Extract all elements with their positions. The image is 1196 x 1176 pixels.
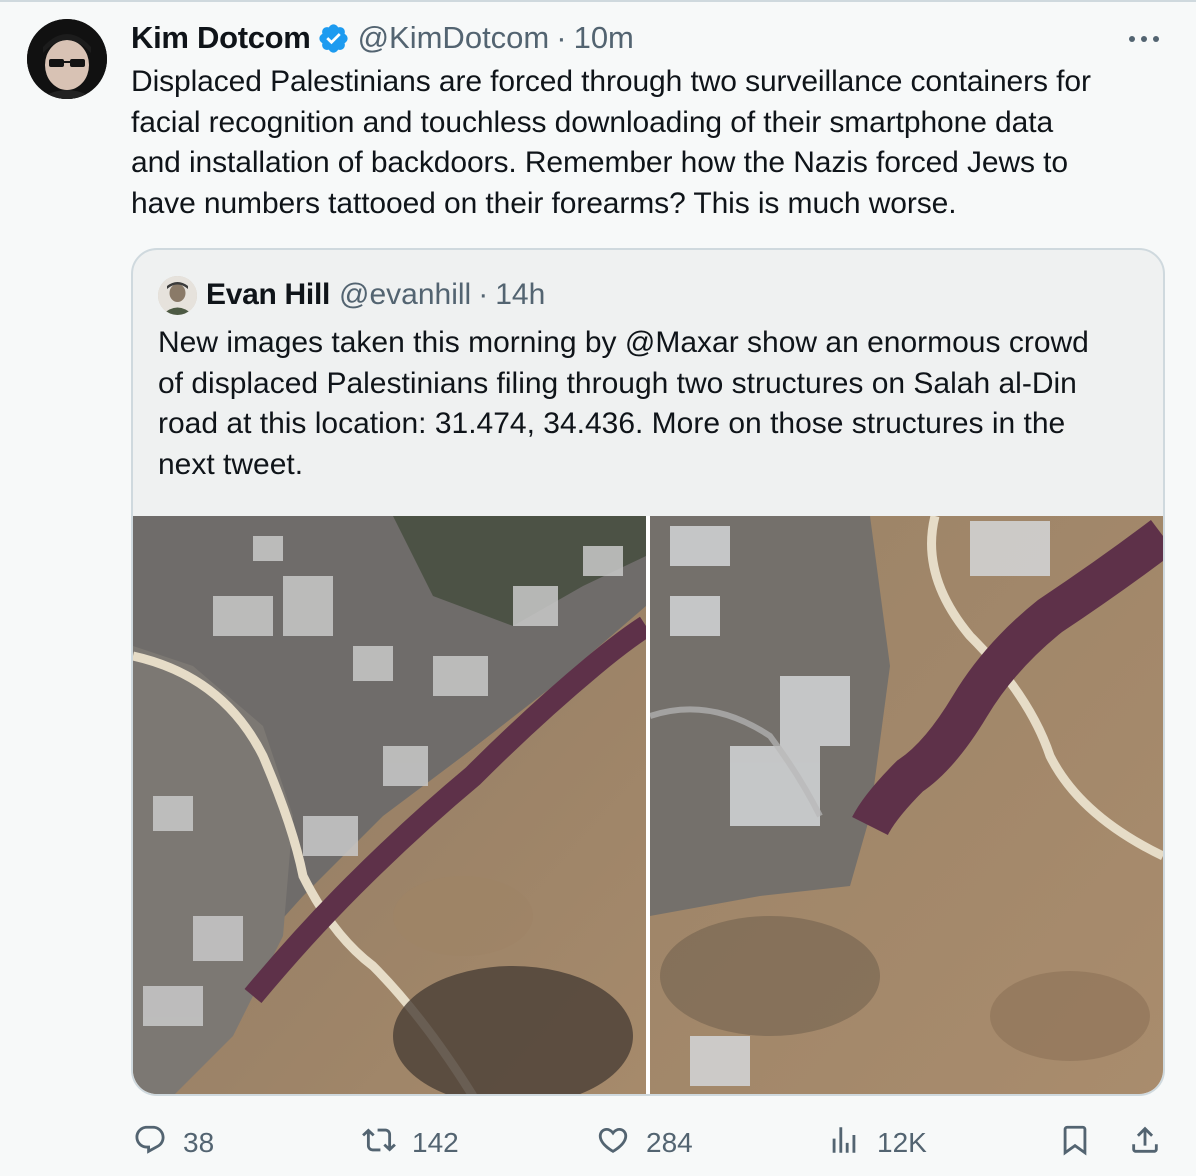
quoted-text-line: New images taken this morning by @Maxar … (158, 326, 1089, 359)
quoted-avatar (158, 275, 197, 315)
reply-button[interactable]: 38 (133, 1120, 214, 1166)
share-button[interactable] (1128, 1120, 1162, 1166)
satellite-image-left[interactable] (133, 516, 646, 1094)
separator: · (556, 20, 567, 55)
share-icon (1128, 1123, 1162, 1164)
quoted-tweet[interactable]: Evan Hill @evanhill · 14h New images tak… (131, 248, 1165, 1096)
quoted-author-handle: @evanhill (339, 278, 472, 311)
repost-button[interactable]: 142 (362, 1120, 459, 1166)
author-handle[interactable]: @KimDotcom (358, 20, 550, 56)
repost-count: 142 (412, 1127, 459, 1158)
satellite-image-right[interactable] (650, 516, 1163, 1094)
views-count: 12K (877, 1127, 927, 1158)
reply-count: 38 (183, 1127, 215, 1158)
reply-icon (133, 1123, 167, 1164)
like-button[interactable]: 284 (596, 1120, 693, 1166)
views-button[interactable]: 12K (827, 1120, 927, 1166)
like-icon (596, 1123, 630, 1164)
tweet-text-line: facial recognition and touchless downloa… (131, 105, 1054, 139)
quoted-tweet-text: New images taken this morning by @Maxar … (158, 323, 1148, 485)
tweet-text-line: have numbers tattooed on their forearms?… (131, 186, 957, 220)
quoted-timestamp: 14h (495, 278, 546, 311)
bookmark-icon (1058, 1123, 1092, 1164)
separator: · (478, 278, 489, 311)
tweet-text-line: Displaced Palestinians are forced throug… (131, 65, 1091, 98)
quoted-tweet-header: Evan Hill @evanhill · 14h (158, 275, 545, 315)
action-bar: 38 142 284 12K (0, 1120, 1196, 1166)
avatar[interactable] (27, 19, 107, 99)
more-icon[interactable] (1126, 24, 1162, 54)
tweet: Kim Dotcom @KimDotcom · 10m Displaced Pa… (0, 0, 1196, 1176)
repost-icon (362, 1123, 396, 1164)
quoted-author-name: Evan Hill (206, 278, 331, 311)
tweet-text-line: and installation of backdoors. Remember … (131, 146, 1068, 179)
like-count: 284 (646, 1127, 693, 1158)
quoted-text-line: of displaced Palestinians filing through… (158, 366, 1077, 400)
timestamp[interactable]: 10m (574, 20, 634, 56)
verified-badge-icon (317, 22, 350, 55)
author-name[interactable]: Kim Dotcom (131, 20, 311, 56)
tweet-text: Displaced Palestinians are forced throug… (131, 62, 1171, 224)
media-grid (133, 516, 1163, 1094)
quoted-text-line: road at this location: 31.474, 34.436. M… (158, 407, 1066, 440)
views-icon (827, 1123, 861, 1164)
bookmark-button[interactable] (1058, 1120, 1092, 1166)
tweet-header: Kim Dotcom @KimDotcom · 10m (131, 18, 634, 58)
quoted-text-line: next tweet. (158, 447, 304, 481)
divider (0, 0, 1196, 2)
